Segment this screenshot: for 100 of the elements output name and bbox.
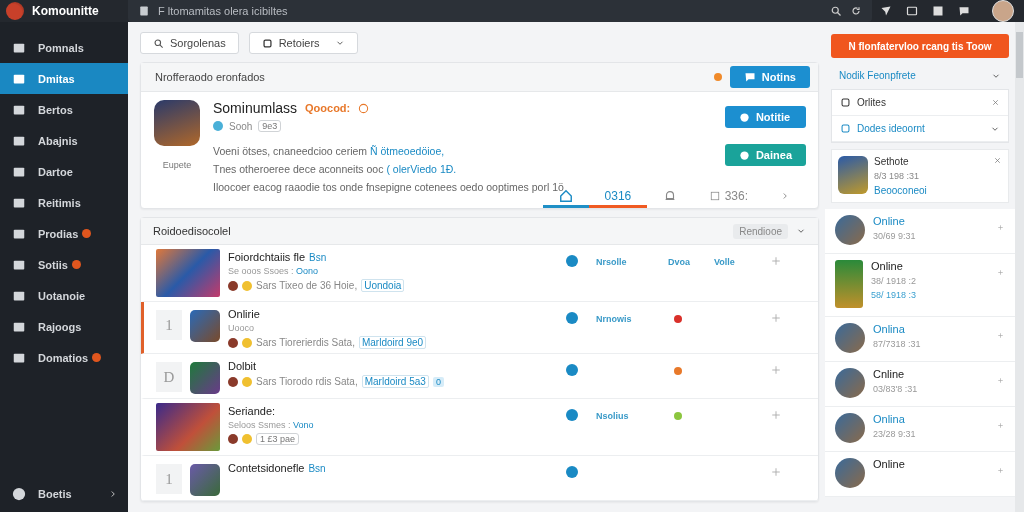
user-avatar: [835, 260, 863, 308]
plus-icon: [770, 312, 782, 324]
tab[interactable]: 336:: [693, 186, 764, 208]
last-seen: 03/83'8 :31: [873, 384, 919, 394]
status-icon: [213, 121, 223, 131]
profile-name: Sethote: [874, 156, 910, 167]
game-thumbnail: [156, 249, 220, 297]
user-status: Onlina: [873, 413, 906, 425]
online-item[interactable]: Online 30/69 9:31: [825, 209, 1015, 254]
row-subtitle: Seloos Ssmes :: [228, 420, 291, 430]
filter-item[interactable]: Dodes ideoornt: [832, 116, 1008, 142]
online-item[interactable]: Onlina 87/7318 :31: [825, 317, 1015, 362]
online-item[interactable]: Onlina 23/28 9:31: [825, 407, 1015, 452]
add-icon[interactable]: [996, 331, 1005, 340]
column-label: Volle: [714, 257, 735, 267]
row-meta: 1 £3 pae: [256, 433, 300, 445]
last-seen: 23/28 9:31: [873, 429, 917, 439]
user-avatar: [835, 323, 865, 353]
row-title: Foiordchtaiis fle: [228, 251, 306, 263]
filter-item[interactable]: Orlites: [832, 90, 1008, 116]
row-title: Contetsidonefle: [228, 462, 305, 474]
address-bar[interactable]: F ltomamitas olera icibiltes: [128, 0, 872, 22]
status-tag: Qoocod:: [305, 102, 351, 114]
online-item[interactable]: Online: [825, 452, 1015, 497]
status-icon: [566, 312, 578, 324]
coin-icon: [242, 337, 252, 348]
user-avatar: [835, 368, 865, 398]
add-icon[interactable]: [996, 268, 1005, 277]
row-title: Onlirie: [228, 308, 260, 320]
close-icon: [993, 156, 1002, 165]
notes-button[interactable]: Notins: [729, 66, 810, 88]
filter-dropdown[interactable]: Retoiers: [248, 32, 358, 54]
circle-icon: [738, 111, 750, 123]
sidebar-item[interactable]: Domatios: [0, 342, 128, 373]
sidebar-item[interactable]: Reitimis: [0, 187, 128, 218]
tag-icon: [840, 97, 851, 108]
list-row[interactable]: 1 Contetsidonefle Bsn: [141, 456, 818, 501]
rank-number: D: [156, 362, 182, 392]
sidebar-item[interactable]: Bertos: [0, 94, 128, 125]
tab[interactable]: 0316: [588, 186, 648, 208]
profile-picture: [838, 156, 868, 194]
add-icon[interactable]: [996, 421, 1005, 430]
row-meta: Sars Tixeo de 36 Hoie,: [256, 280, 358, 291]
list-row[interactable]: D Dolbit Sars Tiorodo rdis Sata, Marldoird 5a3 0: [141, 354, 818, 399]
row-link[interactable]: Marldoird 9e0: [358, 336, 427, 349]
sidebar-item[interactable]: Dmitas: [0, 63, 128, 94]
user-avatar[interactable]: [992, 0, 1014, 22]
sidebar-item[interactable]: Pomnals: [0, 32, 128, 63]
plus-icon: [996, 268, 1005, 277]
add-icon[interactable]: [996, 223, 1005, 232]
sidebar-footer[interactable]: Boetis: [0, 482, 128, 512]
sidebar-item[interactable]: Abajnis: [0, 125, 128, 156]
status-label: Nrnowis: [596, 314, 632, 324]
online-item[interactable]: Cnline 03/83'8 :31: [825, 362, 1015, 407]
list-row[interactable]: Seriande: Seloos Ssmes : Vono 1 £3 pae Nsolius: [141, 399, 818, 456]
sidebar-item[interactable]: Sotiis: [0, 249, 128, 280]
profile-time: 8/3 198 :31: [874, 171, 921, 181]
add-icon[interactable]: [996, 466, 1005, 475]
profile-name: Sominumlass: [213, 100, 298, 116]
app-logo: [6, 2, 24, 20]
add-icon[interactable]: [996, 376, 1005, 385]
close-icon: [991, 98, 1000, 107]
last-seen: 38/ 1918 :2: [871, 276, 918, 286]
app-name: Komounitte: [32, 4, 99, 18]
rank-number: 1: [156, 464, 182, 494]
subtitle-link[interactable]: Oono: [296, 266, 319, 276]
status-icon: [566, 466, 578, 478]
plus-icon: [996, 466, 1005, 475]
sidebar-item[interactable]: Prodias: [0, 218, 128, 249]
plus-icon: [770, 466, 782, 478]
scrollbar-thumb[interactable]: [1016, 32, 1023, 78]
profile-link[interactable]: Beooconeoi: [874, 185, 987, 196]
row-link[interactable]: Uondoia: [361, 279, 405, 292]
circle-icon: [12, 487, 26, 501]
badge-icon: [228, 337, 238, 348]
row-link[interactable]: Marldoird 5a3: [361, 375, 429, 388]
action-button[interactable]: Notitie: [724, 106, 806, 128]
count-badge: 9e3: [258, 120, 282, 132]
list-row[interactable]: Foiordchtaiis fle Bsn Se ooos Ssoes : Oono Sars Tixeo de 36 Hoie, Uondoia Nrsolle Dvoa Volle: [141, 245, 818, 302]
description-link[interactable]: ( olerViedo 1Ð.: [386, 163, 457, 175]
user-status: Online: [873, 215, 906, 227]
plus-icon: [996, 421, 1005, 430]
sidebar-item[interactable]: Rajoogs: [0, 311, 128, 342]
user-avatar: [835, 215, 865, 245]
list-row[interactable]: 1 Onlirie Uooco Sars Tiorerierdis Sata, Marldoird 9e0 Nrnowis: [141, 302, 818, 354]
plus-icon: [996, 223, 1005, 232]
subtitle-link[interactable]: Vono: [293, 420, 314, 430]
badge-icon: [228, 434, 238, 444]
online-item[interactable]: Online 38/ 1918 :2 58/ 1918 :3: [825, 254, 1015, 317]
description-link[interactable]: Ñ ötmeoedöioe,: [370, 145, 445, 157]
user-status: Onlina: [873, 323, 906, 335]
sidebar-item[interactable]: Dartoe: [0, 156, 128, 187]
search-button[interactable]: Sorgolenas: [140, 32, 239, 54]
row-tag: Bsn: [308, 463, 326, 474]
description-text: Iloocoer eacog raaodie tos onde fnsepigne cotenees oedo ooptimes porl 1ö: [213, 180, 565, 194]
last-seen: 30/69 9:31: [873, 231, 917, 241]
sidebar-item[interactable]: Uotanoie: [0, 280, 128, 311]
chat-icon: [743, 71, 756, 83]
refresh-icon: [850, 5, 862, 17]
profile-picture: [154, 100, 200, 146]
